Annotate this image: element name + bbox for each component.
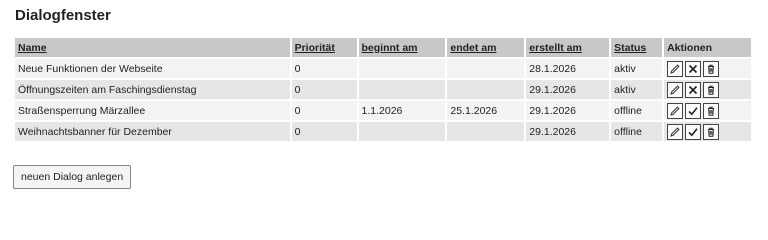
delete-button[interactable] <box>703 103 720 119</box>
edit-button[interactable] <box>667 82 684 98</box>
table-row: Neue Funktionen der Webseite 0 28.1.2026 ak… <box>15 57 753 79</box>
cell-actions <box>663 57 753 79</box>
check-icon <box>687 126 699 138</box>
cell-actions <box>663 99 753 121</box>
table-row: Straßensperrung Märzallee 0 1.1.2026 25.1.2… <box>15 99 753 121</box>
cell-created: 29.1.2026 <box>525 120 612 141</box>
table-row: Weihnachtsbanner für Dezember 0 29.1.2026 o… <box>15 120 753 141</box>
trash-icon <box>705 84 717 96</box>
table-header-row: Name Priorität beginnt am endet am erste… <box>15 38 753 58</box>
trash-icon <box>705 105 717 117</box>
cell-name: Weihnachtsbanner für Dezember <box>15 120 292 141</box>
trash-icon <box>705 63 717 75</box>
column-header-status[interactable]: Status <box>610 38 665 58</box>
cell-priority: 0 <box>290 99 359 121</box>
cell-created: 28.1.2026 <box>525 57 612 79</box>
edit-icon <box>669 63 681 75</box>
activate-button[interactable] <box>685 103 702 119</box>
edit-icon <box>669 84 681 96</box>
column-header-end[interactable]: endet am <box>446 38 527 58</box>
table-row: Öffnungszeiten am Faschingsdienstag 0 29.1… <box>15 78 753 100</box>
cell-end: 25.1.2026 <box>446 99 527 121</box>
page-title: Dialogfenster <box>15 7 111 24</box>
cell-priority: 0 <box>290 78 359 100</box>
edit-icon <box>669 105 681 117</box>
cell-status: offline <box>610 120 665 141</box>
column-header-priority[interactable]: Priorität <box>290 38 359 58</box>
edit-button[interactable] <box>667 103 684 119</box>
column-header-name[interactable]: Name <box>15 38 292 58</box>
cell-start: 1.1.2026 <box>357 99 448 121</box>
column-header-actions: Aktionen <box>663 38 753 58</box>
delete-button[interactable] <box>703 124 720 140</box>
cell-status: aktiv <box>610 78 665 100</box>
column-header-start[interactable]: beginnt am <box>357 38 448 58</box>
cell-priority: 0 <box>290 57 359 79</box>
activate-button[interactable] <box>685 124 702 140</box>
cell-status: offline <box>610 99 665 121</box>
cell-start <box>357 57 448 79</box>
cell-end <box>446 78 527 100</box>
close-icon <box>687 84 699 96</box>
edit-icon <box>669 126 681 138</box>
edit-button[interactable] <box>667 124 684 140</box>
cell-name: Öffnungszeiten am Faschingsdienstag <box>15 78 292 100</box>
cell-created: 29.1.2026 <box>525 99 612 121</box>
cell-start <box>357 120 448 141</box>
column-header-created[interactable]: erstellt am <box>525 38 612 58</box>
cell-actions <box>663 120 753 141</box>
cell-created: 29.1.2026 <box>525 78 612 100</box>
new-dialog-button[interactable]: neuen Dialog anlegen <box>13 165 132 189</box>
trash-icon <box>705 126 717 138</box>
cell-start <box>357 78 448 100</box>
cell-name: Straßensperrung Märzallee <box>15 99 292 121</box>
dialog-admin-page: Dialogfenster Name Priorität beginnt am … <box>0 0 768 201</box>
cell-priority: 0 <box>290 120 359 141</box>
close-icon <box>687 63 699 75</box>
delete-button[interactable] <box>703 82 720 98</box>
check-icon <box>687 105 699 117</box>
cell-actions <box>663 78 753 100</box>
cell-end <box>446 57 527 79</box>
deactivate-button[interactable] <box>685 82 702 98</box>
delete-button[interactable] <box>703 61 720 77</box>
edit-button[interactable] <box>667 61 684 77</box>
cell-end <box>446 120 527 141</box>
cell-status: aktiv <box>610 57 665 79</box>
dialog-table: Name Priorität beginnt am endet am erste… <box>15 38 753 141</box>
deactivate-button[interactable] <box>685 61 702 77</box>
cell-name: Neue Funktionen der Webseite <box>15 57 292 79</box>
